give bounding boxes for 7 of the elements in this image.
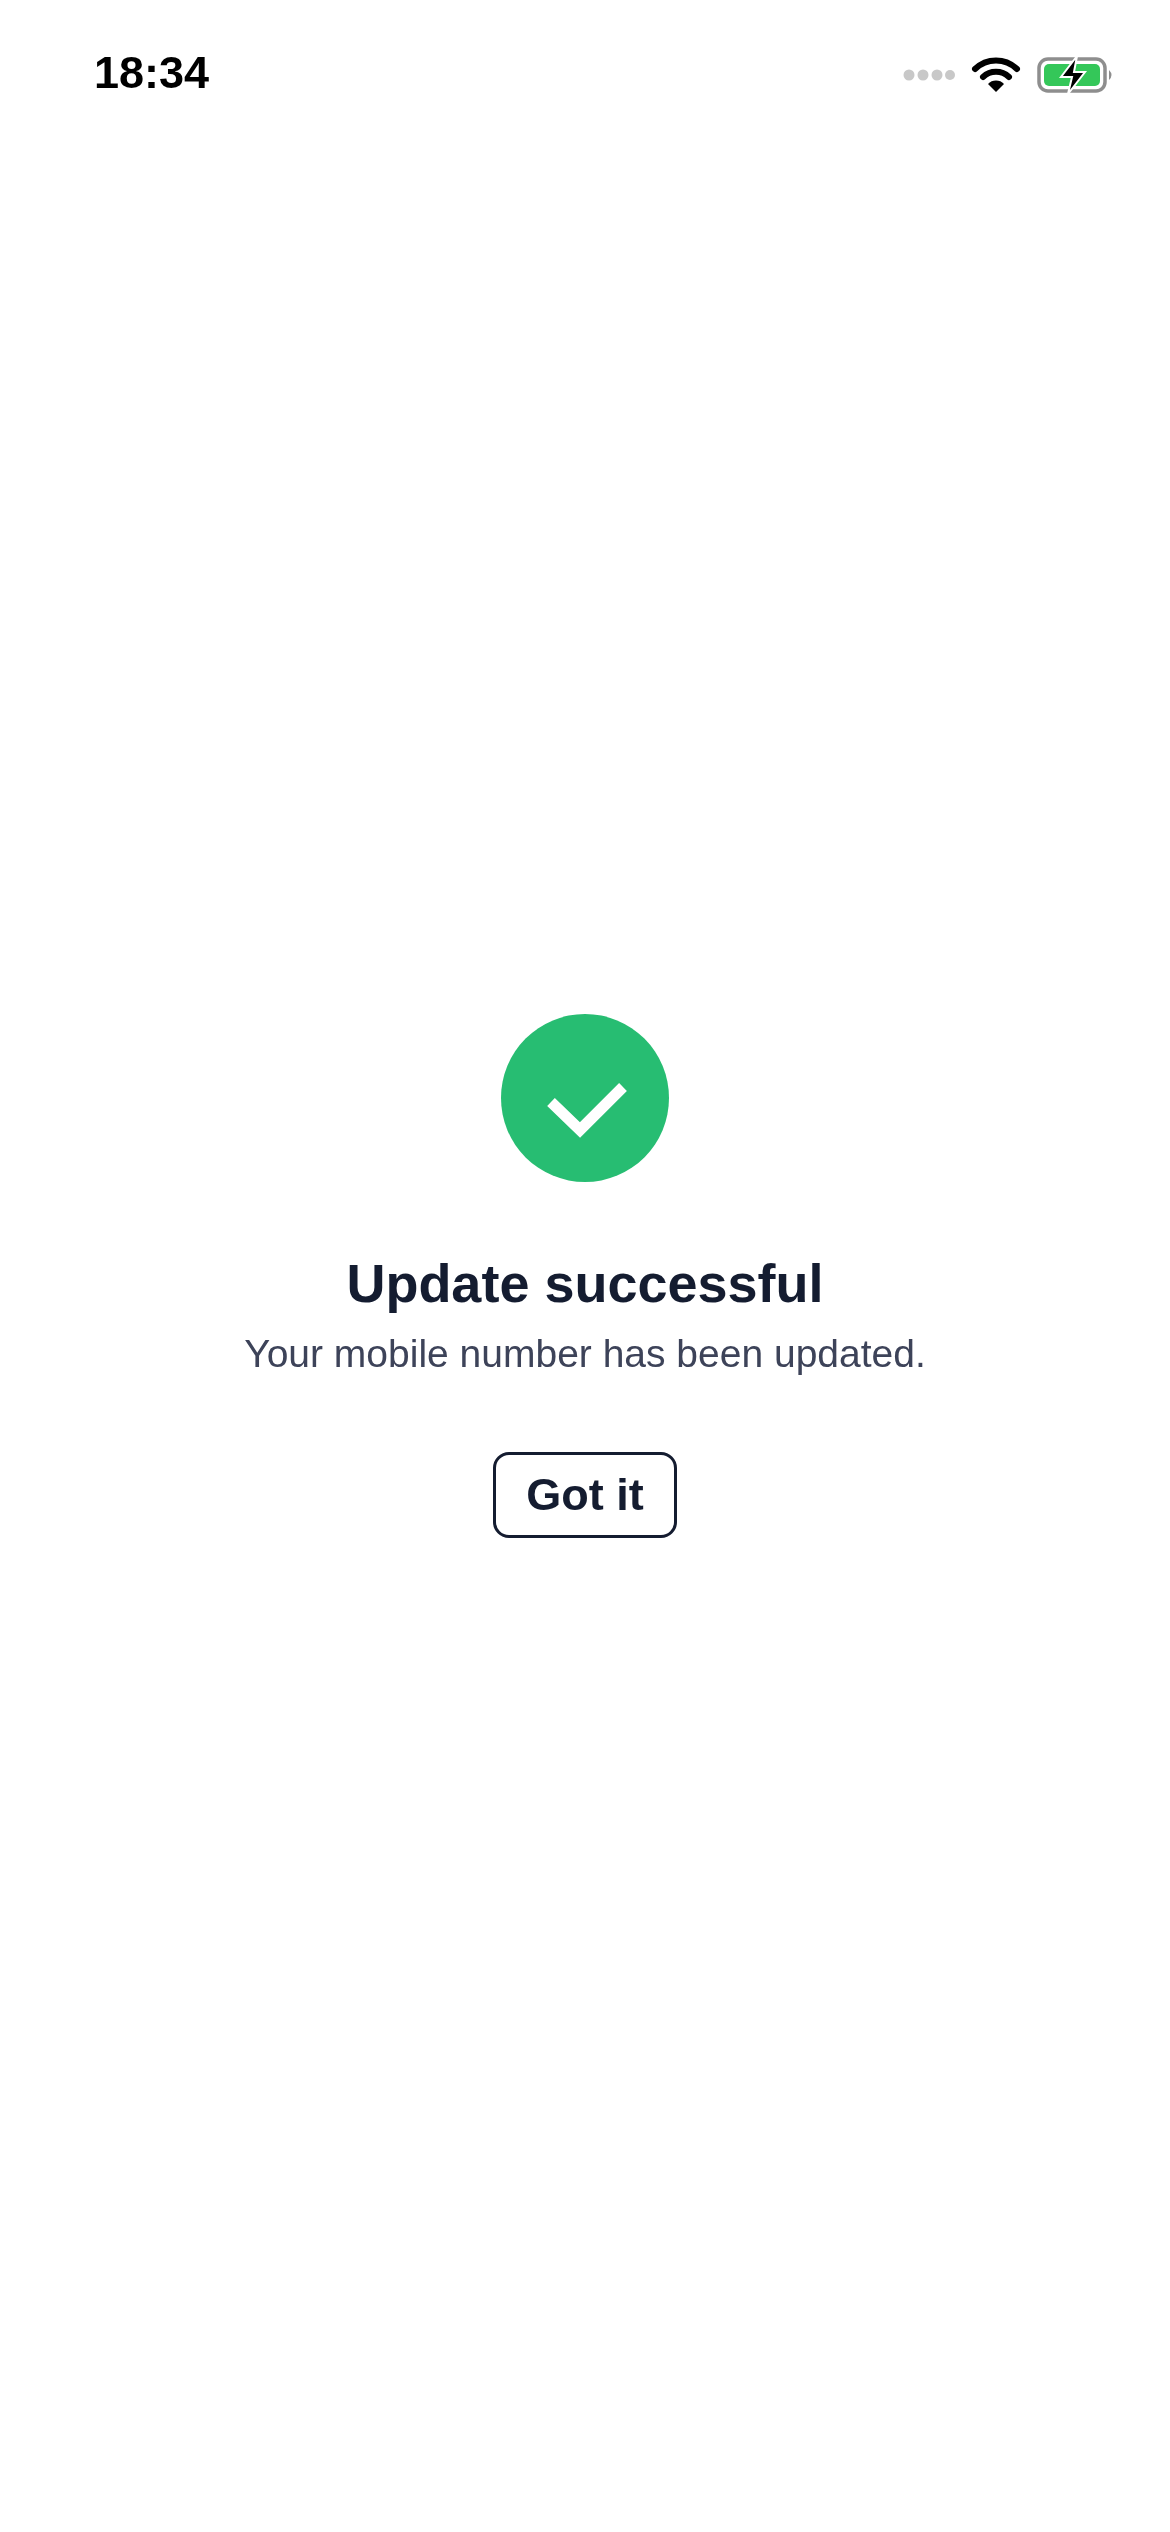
success-check-icon [501,1014,669,1182]
signal-icon [903,69,955,81]
success-message: Your mobile number has been updated. [244,1332,926,1376]
wifi-icon [971,57,1021,93]
success-title: Update successful [346,1252,824,1314]
status-time: 18:34 [94,47,210,99]
got-it-button[interactable]: Got it [493,1452,677,1538]
